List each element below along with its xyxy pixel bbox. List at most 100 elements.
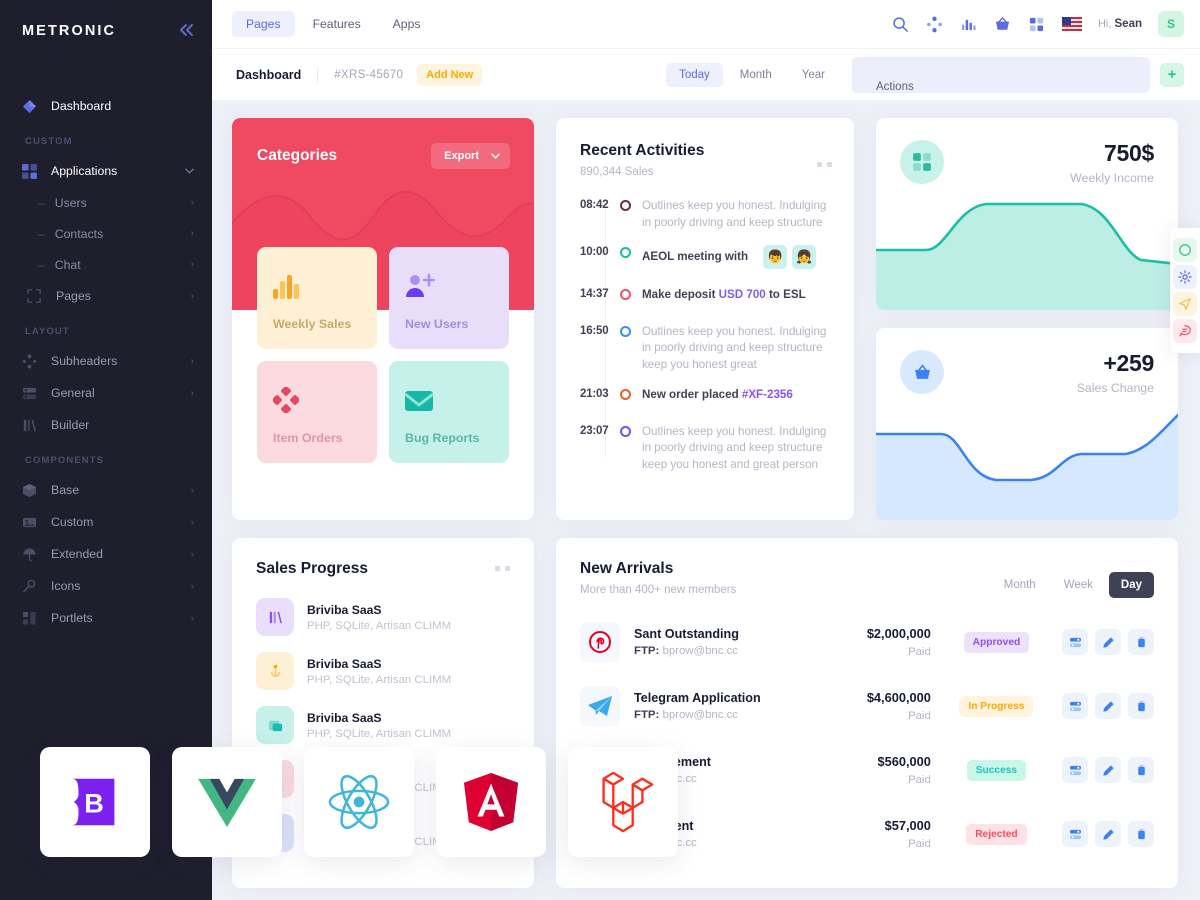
divider bbox=[317, 66, 319, 83]
tab-features[interactable]: Features bbox=[299, 11, 375, 37]
delete-icon[interactable] bbox=[1128, 629, 1154, 655]
table-cell-status: Approved bbox=[931, 631, 1062, 653]
chat-icon[interactable] bbox=[1173, 319, 1197, 343]
tab-week[interactable]: Week bbox=[1052, 572, 1105, 598]
sidebar-item-dashboard[interactable]: Dashboard bbox=[0, 90, 212, 122]
settings-icon[interactable] bbox=[1062, 821, 1088, 847]
gear-icon[interactable] bbox=[1173, 265, 1197, 289]
filter-today[interactable]: Today bbox=[666, 62, 723, 87]
demo-icon[interactable] bbox=[1173, 238, 1197, 262]
activity-order-link[interactable]: #XF-2356 bbox=[742, 388, 793, 401]
sidebar-item-applications[interactable]: Applications bbox=[0, 155, 212, 187]
edit-icon[interactable] bbox=[1095, 821, 1121, 847]
sales-change-sparkline bbox=[876, 413, 1178, 520]
tab-month[interactable]: Month bbox=[992, 572, 1048, 598]
stat-cards: 750$ Weekly Income +259 Sales Change bbox=[876, 118, 1178, 520]
nodes-icon[interactable] bbox=[926, 15, 944, 33]
category-tile-new-users[interactable]: New Users bbox=[389, 247, 509, 349]
plus-icon[interactable]: + bbox=[1160, 62, 1184, 87]
grid-icon bbox=[22, 163, 44, 179]
delete-icon[interactable] bbox=[1128, 693, 1154, 719]
list-item[interactable]: Briviba SaaS PHP, SQLite, Artisan CLIMM bbox=[256, 652, 510, 690]
sidebar-item-general[interactable]: General › bbox=[0, 377, 212, 409]
grid-icon[interactable] bbox=[1028, 15, 1046, 33]
settings-icon[interactable] bbox=[1062, 757, 1088, 783]
list-item[interactable]: Briviba SaaS PHP, SQLite, Artisan CLIMM bbox=[256, 706, 510, 744]
delete-icon[interactable] bbox=[1128, 821, 1154, 847]
activity-item: 08:42 Outlines keep you honest. Indulgin… bbox=[580, 198, 832, 231]
sidebar-item-portlets[interactable]: Portlets › bbox=[0, 602, 212, 634]
category-tile-item-orders[interactable]: Item Orders bbox=[257, 361, 377, 463]
sidebar-item-label: Pages bbox=[56, 289, 91, 303]
sidebar-item-base[interactable]: Base › bbox=[0, 474, 212, 506]
tab-apps[interactable]: Apps bbox=[379, 11, 435, 37]
sidebar-item-users[interactable]: – Users › bbox=[0, 187, 212, 218]
activity-label: New order placed bbox=[642, 388, 742, 401]
activity-time: 10:00 bbox=[580, 246, 609, 258]
sidebar-item-icons[interactable]: Icons › bbox=[0, 570, 212, 602]
bar-chart-icon[interactable] bbox=[960, 15, 978, 33]
bootstrap-logo[interactable]: B bbox=[40, 747, 150, 857]
categories-tiles: Weekly Sales New Users Item Orders Bug R… bbox=[232, 169, 534, 487]
activity-dot bbox=[620, 200, 631, 211]
double-chevron-left-icon[interactable] bbox=[178, 23, 194, 40]
sidebar-item-pages[interactable]: Pages › bbox=[0, 280, 212, 312]
basket-icon[interactable] bbox=[994, 15, 1012, 33]
category-tile-weekly-sales[interactable]: Weekly Sales bbox=[257, 247, 377, 349]
dash-icon: – bbox=[38, 195, 45, 210]
filter-year[interactable]: Year bbox=[789, 63, 838, 87]
us-flag-icon[interactable] bbox=[1061, 17, 1082, 31]
vue-logo[interactable] bbox=[172, 747, 282, 857]
activity-item: 14:37 Make deposit USD 700 to ESL bbox=[580, 287, 832, 304]
top-header: Pages Features Apps Hi, Sean S bbox=[212, 0, 1200, 48]
avatar[interactable]: 👦 bbox=[763, 245, 788, 269]
laravel-logo[interactable] bbox=[568, 747, 678, 857]
edit-icon[interactable] bbox=[1095, 629, 1121, 655]
sidebar-item-subheaders[interactable]: Subheaders › bbox=[0, 345, 212, 377]
new-arrivals-tabs: Month Week Day bbox=[992, 572, 1154, 598]
sidebar-item-custom[interactable]: Custom › bbox=[0, 506, 212, 538]
chevron-right-icon: › bbox=[190, 355, 194, 367]
delete-icon[interactable] bbox=[1128, 757, 1154, 783]
search-icon[interactable] bbox=[892, 15, 910, 33]
settings-icon[interactable] bbox=[1062, 629, 1088, 655]
edit-icon[interactable] bbox=[1095, 693, 1121, 719]
tab-pages[interactable]: Pages bbox=[232, 11, 295, 37]
sidebar-item-builder[interactable]: Builder bbox=[0, 409, 212, 441]
send-icon[interactable] bbox=[1173, 292, 1197, 316]
add-user-icon bbox=[405, 265, 493, 299]
sidebar-nav: Dashboard CUSTOM Applications – Users › … bbox=[0, 62, 212, 634]
avatar[interactable]: 👧 bbox=[792, 245, 817, 269]
email-value: bprow@bnc.cc bbox=[662, 709, 738, 721]
angular-logo[interactable] bbox=[436, 747, 546, 857]
chevron-right-icon: › bbox=[190, 259, 194, 270]
add-new-button[interactable]: Add New bbox=[417, 63, 483, 86]
avatar[interactable]: S bbox=[1158, 11, 1184, 37]
list-item[interactable]: Briviba SaaS PHP, SQLite, Artisan CLIMM bbox=[256, 598, 510, 636]
export-button[interactable]: Export bbox=[431, 143, 510, 169]
export-label: Export bbox=[444, 150, 479, 162]
sidebar-section-components: COMPONENTS bbox=[25, 455, 105, 466]
card-menu-icon[interactable] bbox=[817, 162, 832, 167]
activity-item: 10:00 AEOL meeting with 👦 👧 bbox=[580, 245, 832, 269]
actions-button[interactable]: Actions bbox=[852, 56, 1150, 93]
activity-amount-link[interactable]: USD 700 bbox=[719, 288, 766, 301]
activity-label: AEOL meeting with bbox=[642, 250, 749, 264]
sidebar-item-chat[interactable]: – Chat › bbox=[0, 249, 212, 280]
float-toolbar bbox=[1170, 228, 1200, 353]
edit-icon[interactable] bbox=[1095, 757, 1121, 783]
filter-month[interactable]: Month bbox=[727, 63, 785, 87]
card-menu-icon[interactable] bbox=[495, 566, 510, 571]
sidebar-item-extended[interactable]: Extended › bbox=[0, 538, 212, 570]
sales-progress-title: Sales Progress bbox=[256, 560, 369, 577]
row-title: Sant Outstanding bbox=[634, 627, 739, 641]
tab-day[interactable]: Day bbox=[1108, 572, 1154, 598]
sidebar-brand: METRONIC bbox=[0, 0, 212, 62]
sidebar-item-contacts[interactable]: – Contacts › bbox=[0, 218, 212, 249]
dash-icon: – bbox=[38, 257, 45, 272]
category-tile-bug-reports[interactable]: Bug Reports bbox=[389, 361, 509, 463]
settings-icon[interactable] bbox=[1062, 693, 1088, 719]
stat-value-block: +259 Sales Change bbox=[1077, 350, 1155, 395]
row-amount: $4,600,000 bbox=[866, 690, 931, 705]
react-logo[interactable] bbox=[304, 747, 414, 857]
